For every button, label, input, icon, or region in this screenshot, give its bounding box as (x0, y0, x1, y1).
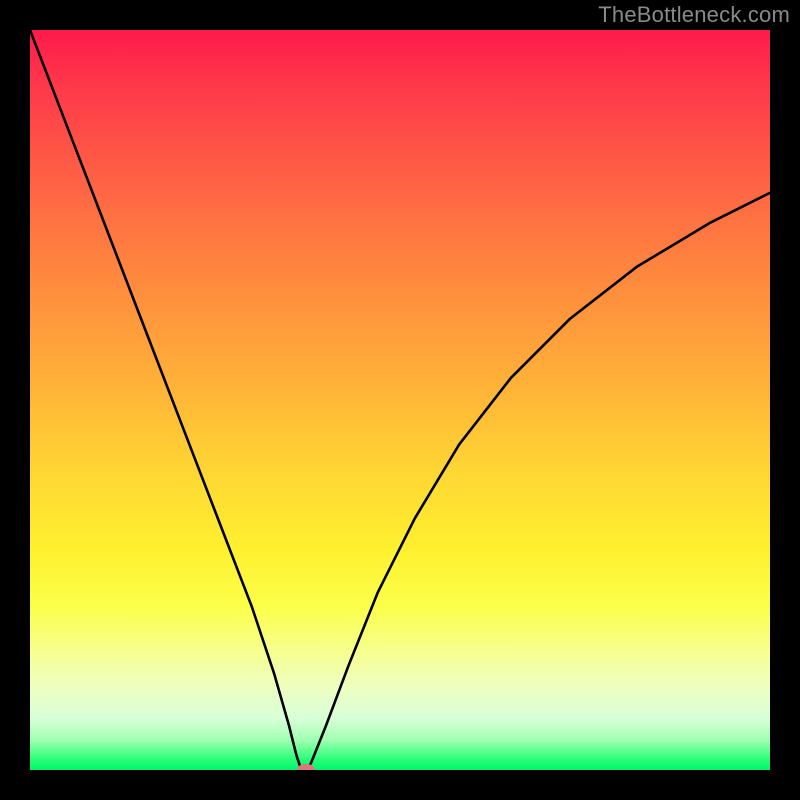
plot-area (30, 30, 770, 770)
optimal-point-marker (297, 764, 315, 770)
watermark-text: TheBottleneck.com (598, 2, 790, 28)
curve-svg (30, 30, 770, 770)
bottleneck-curve (30, 30, 770, 770)
chart-frame: TheBottleneck.com (0, 0, 800, 800)
